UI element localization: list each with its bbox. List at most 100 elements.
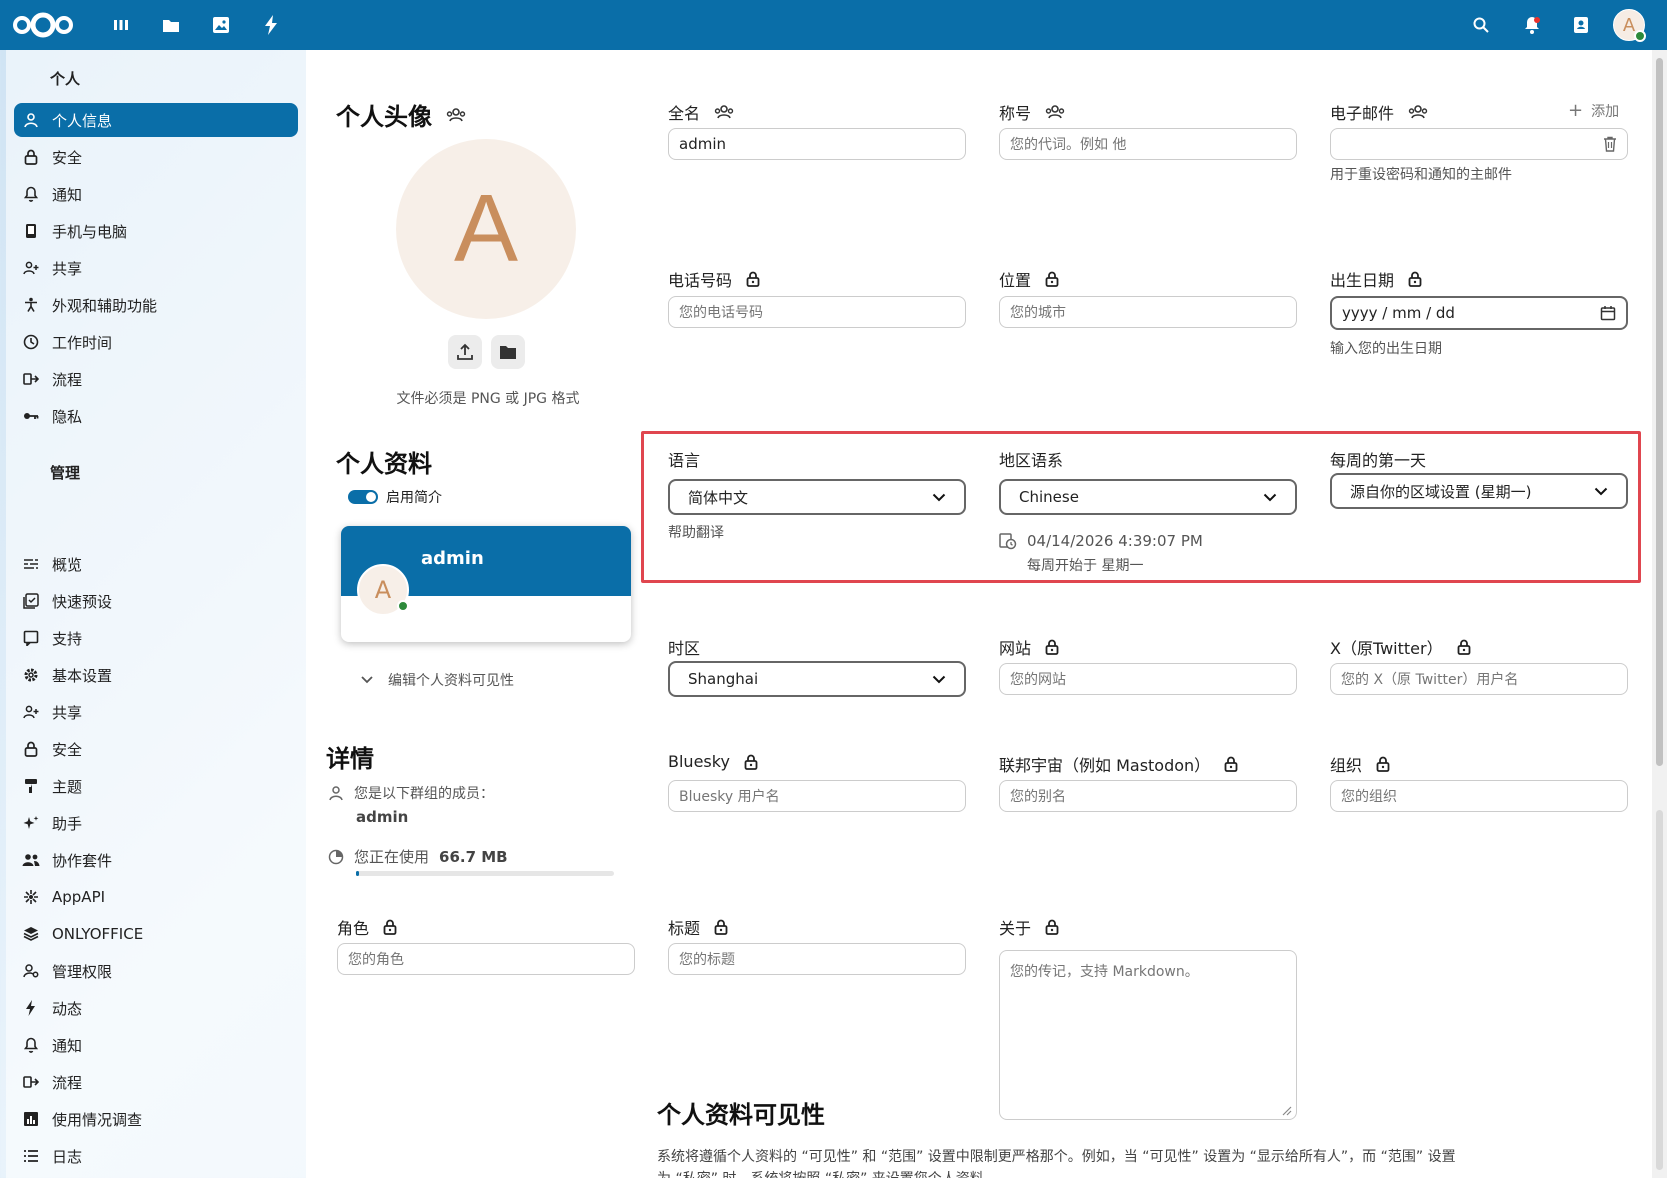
website-label: 网站 — [999, 635, 1059, 659]
accessibility-icon — [22, 296, 40, 314]
toggle-switch[interactable] — [348, 490, 378, 504]
sidebar-item-personal-4[interactable]: 共享 — [14, 251, 298, 285]
organisation-input[interactable]: 您的组织 — [1330, 780, 1628, 812]
sidebar-item-label: 动态 — [52, 999, 83, 1018]
federation-scope-icon[interactable] — [1045, 104, 1065, 120]
pronouns-input[interactable]: 您的代词。例如 他 — [999, 128, 1297, 160]
choose-avatar-from-files-button[interactable] — [491, 335, 525, 369]
trash-icon[interactable] — [1603, 136, 1617, 152]
lock-icon[interactable] — [1045, 271, 1059, 287]
notifications-icon[interactable] — [1521, 14, 1543, 36]
birthday-date-input[interactable]: yyyy / mm / dd — [1330, 296, 1628, 330]
sidebar-item-admin-11[interactable]: 管理权限 — [14, 954, 298, 988]
phone-icon — [22, 222, 40, 240]
support-icon — [22, 629, 40, 647]
federation-scope-icon[interactable] — [446, 107, 466, 123]
lock-icon[interactable] — [714, 919, 728, 935]
avatar-format-hint: 文件必须是 PNG 或 JPG 格式 — [396, 391, 580, 407]
upload-avatar-button[interactable] — [448, 335, 482, 369]
sidebar-item-personal-8[interactable]: 隐私 — [14, 399, 298, 433]
twitter-label-text: X（原Twitter） — [1330, 639, 1443, 658]
enable-profile-toggle[interactable]: 启用简介 — [348, 487, 442, 507]
lock-icon[interactable] — [1457, 639, 1471, 655]
nextcloud-logo[interactable] — [12, 12, 74, 38]
location-input[interactable]: 您的城市 — [999, 296, 1297, 328]
bluesky-input[interactable]: Bluesky 用户名 — [668, 780, 966, 812]
add-email-button[interactable]: + 添加 — [1568, 101, 1619, 121]
fediverse-label-text: 联邦宇宙（例如 Mastodon） — [999, 756, 1211, 775]
lock-icon[interactable] — [1224, 756, 1238, 772]
email-input[interactable] — [1330, 128, 1628, 160]
birthday-hint: 输入您的出生日期 — [1330, 341, 1442, 357]
timezone-label: 时区 — [668, 635, 700, 659]
about-textarea[interactable]: 您的传记，支持 Markdown。 — [999, 950, 1297, 1120]
fullname-input[interactable]: admin — [668, 128, 966, 160]
sidebar-item-admin-15[interactable]: 使用情况调查 — [14, 1102, 298, 1136]
sidebar-item-admin-9[interactable]: AppAPI — [14, 880, 298, 914]
lock-icon[interactable] — [1408, 271, 1422, 287]
headline-input[interactable]: 您的标题 — [668, 943, 966, 975]
sidebar-item-admin-0[interactable]: 概览 — [14, 547, 298, 581]
phone-input[interactable]: 您的电话号码 — [668, 296, 966, 328]
website-input[interactable]: 您的网站 — [999, 663, 1297, 695]
photos-icon[interactable] — [210, 14, 232, 36]
share-icon — [22, 259, 40, 277]
sidebar-item-admin-7[interactable]: 助手 — [14, 806, 298, 840]
sidebar-item-admin-1[interactable]: 快速预设 — [14, 584, 298, 618]
sidebar-item-personal-0[interactable]: 个人信息 — [14, 103, 298, 137]
user-avatar-menu[interactable]: A — [1613, 9, 1646, 42]
lock-icon[interactable] — [1376, 756, 1390, 772]
sidebar-item-admin-12[interactable]: 动态 — [14, 991, 298, 1025]
about-label: 关于 — [999, 915, 1059, 939]
dashboard-icon[interactable] — [110, 14, 132, 36]
email-hint: 用于重设密码和通知的主邮件 — [1330, 167, 1512, 183]
sidebar-item-admin-16[interactable]: 日志 — [14, 1139, 298, 1173]
federation-scope-icon[interactable] — [1408, 104, 1428, 120]
sidebar-item-admin-14[interactable]: 流程 — [14, 1065, 298, 1099]
sidebar-item-admin-5[interactable]: 安全 — [14, 732, 298, 766]
files-icon[interactable] — [160, 14, 182, 36]
lock-icon[interactable] — [383, 919, 397, 935]
sidebar-item-personal-5[interactable]: 外观和辅助功能 — [14, 288, 298, 322]
twitter-input[interactable]: 您的 X（原 Twitter）用户名 — [1330, 663, 1628, 695]
profile-visibility-text-line1: 系统将遵循个人资料的 “可见性” 和 “范围” 设置中限制更严格那个。例如，当 … — [657, 1149, 1456, 1165]
groups-label: 您是以下群组的成员： — [354, 786, 494, 802]
timezone-select[interactable]: Shanghai — [668, 661, 966, 697]
sidebar-item-admin-10[interactable]: ONLYOFFICE — [14, 917, 298, 951]
sidebar-item-admin-6[interactable]: 主题 — [14, 769, 298, 803]
sidebar-item-personal-7[interactable]: 流程 — [14, 362, 298, 396]
search-icon[interactable] — [1470, 14, 1492, 36]
sidebar-item-label: 管理权限 — [52, 962, 113, 981]
role-input[interactable]: 您的角色 — [337, 943, 635, 975]
lock-icon[interactable] — [744, 754, 758, 770]
lock-icon — [22, 740, 40, 758]
contacts-icon[interactable] — [1570, 14, 1592, 36]
sidebar-item-personal-2[interactable]: 通知 — [14, 177, 298, 211]
calendar-icon[interactable] — [1600, 305, 1616, 321]
online-status-dot — [397, 600, 409, 612]
edit-profile-visibility-toggle[interactable]: 编辑个人资料可见性 — [360, 670, 514, 690]
lock-icon[interactable] — [746, 271, 760, 287]
sidebar-item-admin-2[interactable]: 支持 — [14, 621, 298, 655]
profile-preview-card[interactable]: admin A — [341, 526, 631, 642]
usage-value: 66.7 MB — [439, 847, 508, 866]
activity-icon[interactable] — [260, 14, 282, 36]
pronouns-label-text: 称号 — [999, 104, 1032, 123]
fediverse-input[interactable]: 您的别名 — [999, 780, 1297, 812]
sidebar-item-personal-1[interactable]: 安全 — [14, 140, 298, 174]
sidebar-item-personal-3[interactable]: 手机与电脑 — [14, 214, 298, 248]
twitter-label: X（原Twitter） — [1330, 635, 1471, 659]
sidebar-item-admin-13[interactable]: 通知 — [14, 1028, 298, 1062]
lock-icon[interactable] — [1045, 639, 1059, 655]
lock-icon[interactable] — [1045, 919, 1059, 935]
page-scrollbar[interactable] — [1652, 50, 1667, 1178]
sidebar-item-personal-6[interactable]: 工作时间 — [14, 325, 298, 359]
location-label-text: 位置 — [999, 271, 1032, 290]
sidebar-item-admin-4[interactable]: 共享 — [14, 695, 298, 729]
sidebar-item-admin-3[interactable]: 基本设置 — [14, 658, 298, 692]
resize-handle-icon[interactable] — [1280, 1104, 1292, 1116]
appapi-icon — [22, 888, 40, 906]
sidebar-item-admin-8[interactable]: 协作套件 — [14, 843, 298, 877]
federation-scope-icon[interactable] — [714, 104, 734, 120]
usage-prefix: 您正在使用 — [354, 848, 430, 866]
